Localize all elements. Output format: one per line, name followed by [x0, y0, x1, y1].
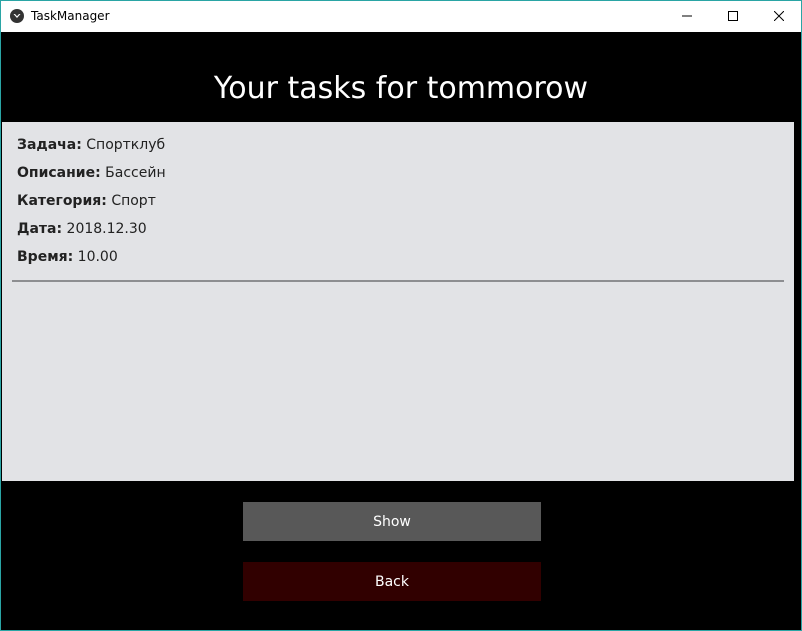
task-field-category: Категория: Спорт: [17, 193, 156, 209]
title-bar[interactable]: TaskManager: [1, 1, 801, 32]
app-window: TaskManager Your tasks for tommorow Зада…: [0, 0, 802, 631]
field-label: Время:: [17, 249, 74, 265]
window-title: TaskManager: [31, 9, 110, 23]
page-title: Your tasks for tommorow: [213, 71, 589, 106]
field-value: Спорт: [111, 193, 156, 209]
field-value: 2018.12.30: [66, 221, 147, 237]
kivy-logo-icon: [10, 9, 24, 23]
task-field-description: Описание: Бассейн: [17, 165, 166, 181]
minimize-icon: [682, 8, 692, 26]
minimize-button[interactable]: [664, 1, 710, 32]
maximize-button[interactable]: [710, 1, 756, 32]
task-divider: [12, 280, 784, 282]
task-field-date: Дата: 2018.12.30: [17, 221, 147, 237]
task-list-panel[interactable]: Задача: Спортклуб Описание: Бассейн Кате…: [2, 122, 794, 481]
field-value: Бассейн: [105, 165, 166, 181]
field-label: Задача:: [17, 137, 82, 153]
field-label: Дата:: [17, 221, 63, 237]
maximize-icon: [728, 8, 738, 26]
task-field-title: Задача: Спортклуб: [17, 137, 165, 153]
close-button[interactable]: [756, 1, 802, 32]
show-button[interactable]: Show: [243, 502, 541, 541]
task-field-time: Время: 10.00: [17, 249, 118, 265]
field-label: Категория:: [17, 193, 107, 209]
field-value: 10.00: [77, 249, 118, 265]
field-label: Описание:: [17, 165, 101, 181]
scrollbar[interactable]: [794, 122, 801, 481]
back-button[interactable]: Back: [243, 562, 541, 601]
field-value: Спортклуб: [86, 137, 166, 153]
close-icon: [773, 8, 785, 26]
